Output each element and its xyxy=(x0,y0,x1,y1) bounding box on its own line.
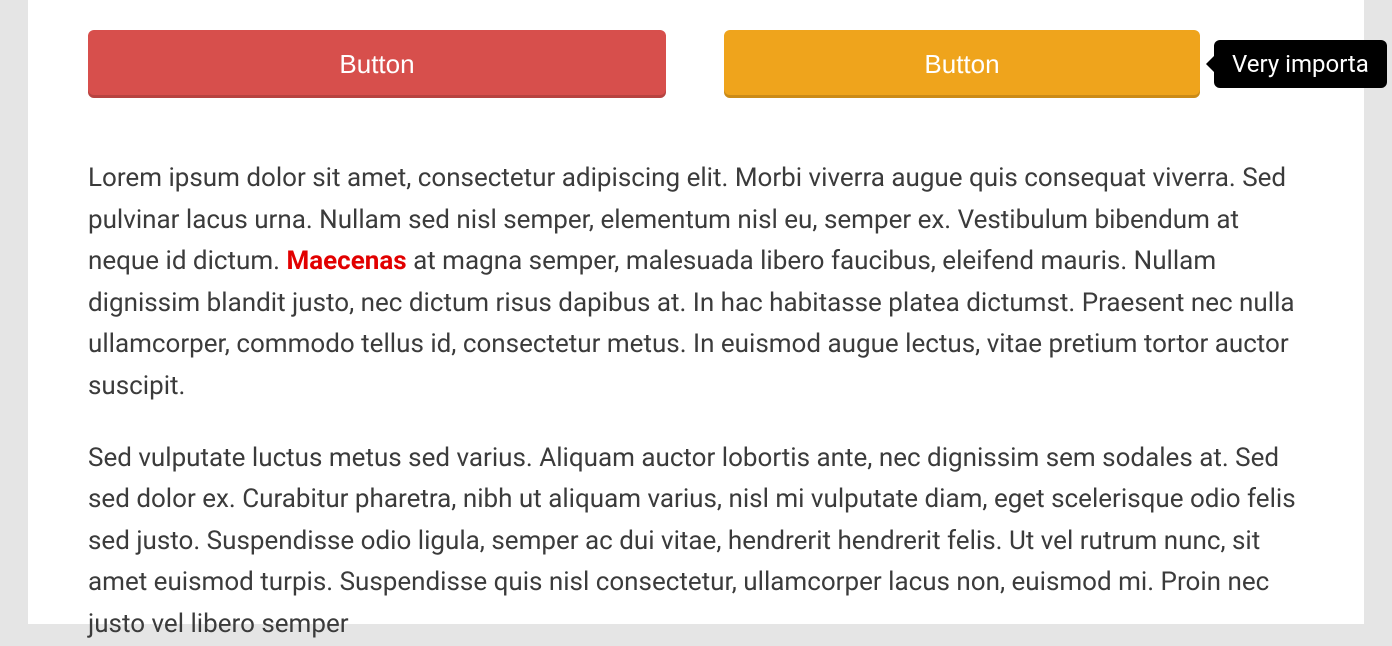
button-row: Button Button Very importa xyxy=(88,30,1304,98)
orange-button-wrapper: Button Very importa xyxy=(724,30,1200,98)
highlight-word: Maecenas xyxy=(286,246,406,276)
paragraph-1: Lorem ipsum dolor sit amet, consectetur … xyxy=(88,158,1304,408)
red-button[interactable]: Button xyxy=(88,30,666,98)
tooltip: Very importa xyxy=(1214,40,1387,88)
orange-button[interactable]: Button xyxy=(724,30,1200,98)
page-container: Button Button Very importa Lorem ipsum d… xyxy=(28,0,1364,624)
paragraph-2: Sed vulputate luctus metus sed varius. A… xyxy=(88,438,1304,646)
body-text: Lorem ipsum dolor sit amet, consectetur … xyxy=(88,158,1304,646)
